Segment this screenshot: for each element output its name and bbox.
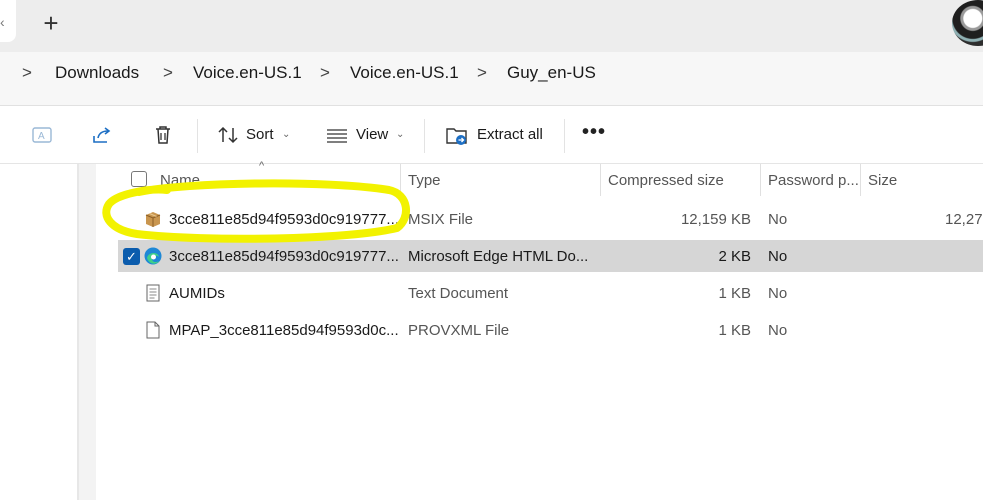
toolbar-separator <box>197 119 198 153</box>
breadcrumb-separator-icon[interactable]: > <box>22 63 32 83</box>
window-orb-icon <box>952 0 983 46</box>
sort-button[interactable]: Sort <box>246 126 274 143</box>
column-header-password[interactable]: Password p... <box>768 172 859 189</box>
file-type: Microsoft Edge HTML Do... <box>408 248 589 265</box>
delete-icon[interactable] <box>151 123 175 147</box>
breadcrumb-item-downloads[interactable]: Downloads <box>55 63 139 83</box>
file-compressed-size: 1 KB <box>718 285 751 302</box>
row-checkbox-checked[interactable]: ✓ <box>123 248 140 265</box>
column-header-size[interactable]: Size <box>868 172 897 189</box>
file-password: No <box>768 211 788 228</box>
navigation-pane[interactable] <box>0 164 77 500</box>
file-name[interactable]: AUMIDs <box>169 285 225 302</box>
file-password: No <box>768 285 788 302</box>
svg-text:A: A <box>38 131 45 142</box>
breadcrumb-item-voice-2[interactable]: Voice.en-US.1 <box>350 63 459 83</box>
file-size: 12,27 <box>945 211 983 228</box>
file-password: No <box>768 322 788 339</box>
column-resize-handle[interactable] <box>860 164 861 196</box>
toolbar-separator <box>564 119 565 153</box>
toolbar-separator <box>424 119 425 153</box>
file-name[interactable]: MPAP_3cce811e85d94f9593d0c... <box>169 322 399 339</box>
extract-all-button[interactable]: Extract all <box>477 126 543 143</box>
file-password: No <box>768 248 788 265</box>
extract-folder-icon[interactable] <box>445 123 469 147</box>
breadcrumb-item-guy[interactable]: Guy_en-US <box>507 63 596 83</box>
view-button[interactable]: View <box>356 126 388 143</box>
breadcrumb-separator-icon[interactable]: > <box>163 63 173 83</box>
column-header-compressed-size[interactable]: Compressed size <box>608 172 724 189</box>
sort-ascending-icon: ^ <box>259 160 265 172</box>
text-document-icon <box>146 284 160 302</box>
view-chevron-down-icon[interactable]: ⌄ <box>396 129 404 140</box>
rename-icon[interactable]: A <box>30 123 54 147</box>
sort-icon[interactable] <box>216 123 240 147</box>
new-tab-button[interactable]: + <box>38 10 64 38</box>
column-resize-handle[interactable] <box>760 164 761 196</box>
command-bar: A Sort ⌄ View ⌄ Extract all ••• <box>0 107 983 164</box>
file-type: PROVXML File <box>408 322 510 339</box>
breadcrumb-separator-icon[interactable]: > <box>320 63 330 83</box>
breadcrumb-separator-icon[interactable]: > <box>477 63 487 83</box>
address-divider <box>0 96 983 106</box>
table-row[interactable] <box>118 277 983 309</box>
document-icon <box>146 321 160 339</box>
address-bar[interactable] <box>0 52 983 96</box>
share-icon[interactable] <box>90 123 114 147</box>
edge-icon <box>144 247 162 265</box>
file-compressed-size: 2 KB <box>718 248 751 265</box>
sort-chevron-down-icon[interactable]: ⌄ <box>282 129 290 140</box>
file-name[interactable]: 3cce811e85d94f9593d0c919777... <box>169 248 399 265</box>
view-icon[interactable] <box>325 123 349 147</box>
column-resize-handle[interactable] <box>600 164 601 196</box>
partial-tab[interactable]: ‹ <box>0 0 16 42</box>
more-options-icon[interactable]: ••• <box>582 121 606 144</box>
file-compressed-size: 12,159 KB <box>680 211 751 228</box>
tab-close-icon[interactable]: ‹ <box>0 14 5 30</box>
list-gutter <box>79 164 96 500</box>
file-type: MSIX File <box>408 211 474 228</box>
file-compressed-size: 1 KB <box>718 322 751 339</box>
breadcrumb-item-voice-1[interactable]: Voice.en-US.1 <box>193 63 302 83</box>
file-type: Text Document <box>408 285 509 302</box>
highlighter-annotation <box>102 179 410 243</box>
tab-strip: ‹ + <box>0 0 983 52</box>
